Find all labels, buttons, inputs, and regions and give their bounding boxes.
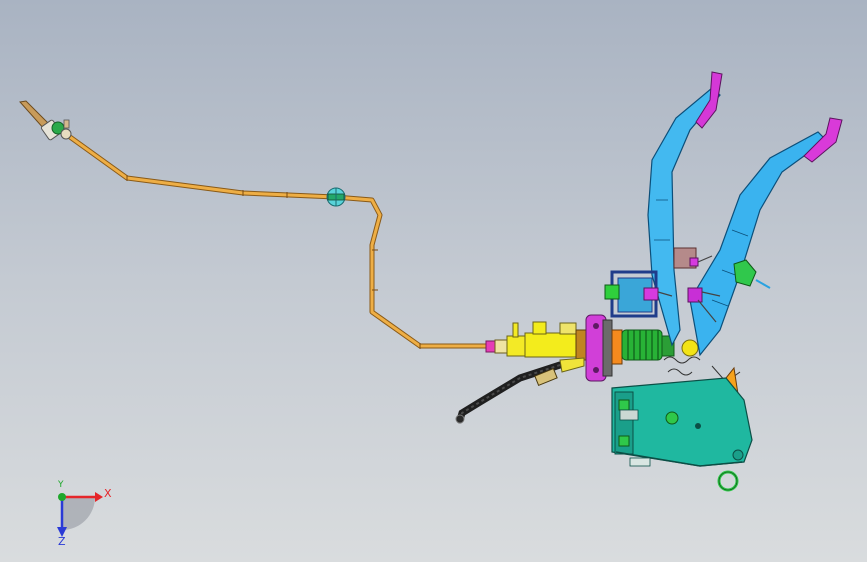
triad-y-label: Y bbox=[58, 480, 64, 490]
pedal-sensor-green[interactable] bbox=[733, 259, 771, 289]
reservoir-hose[interactable] bbox=[455, 357, 585, 424]
tube-clip[interactable] bbox=[326, 187, 346, 207]
bleeder-fitting[interactable] bbox=[19, 100, 72, 141]
triad-x-label: X bbox=[104, 487, 112, 500]
triad-z-label: Z bbox=[58, 535, 66, 548]
pedal-mounting-bracket[interactable] bbox=[611, 377, 753, 492]
brake-light-switch[interactable] bbox=[673, 247, 713, 269]
pushrod-boot[interactable] bbox=[621, 329, 699, 361]
cad-viewport[interactable]: X Y Z bbox=[0, 0, 867, 562]
brake-pedal-arm[interactable] bbox=[689, 117, 843, 357]
hydraulic-tube[interactable] bbox=[68, 134, 487, 349]
clutch-pedal-assembly-model[interactable] bbox=[0, 0, 867, 562]
coordinate-triad bbox=[57, 492, 103, 537]
